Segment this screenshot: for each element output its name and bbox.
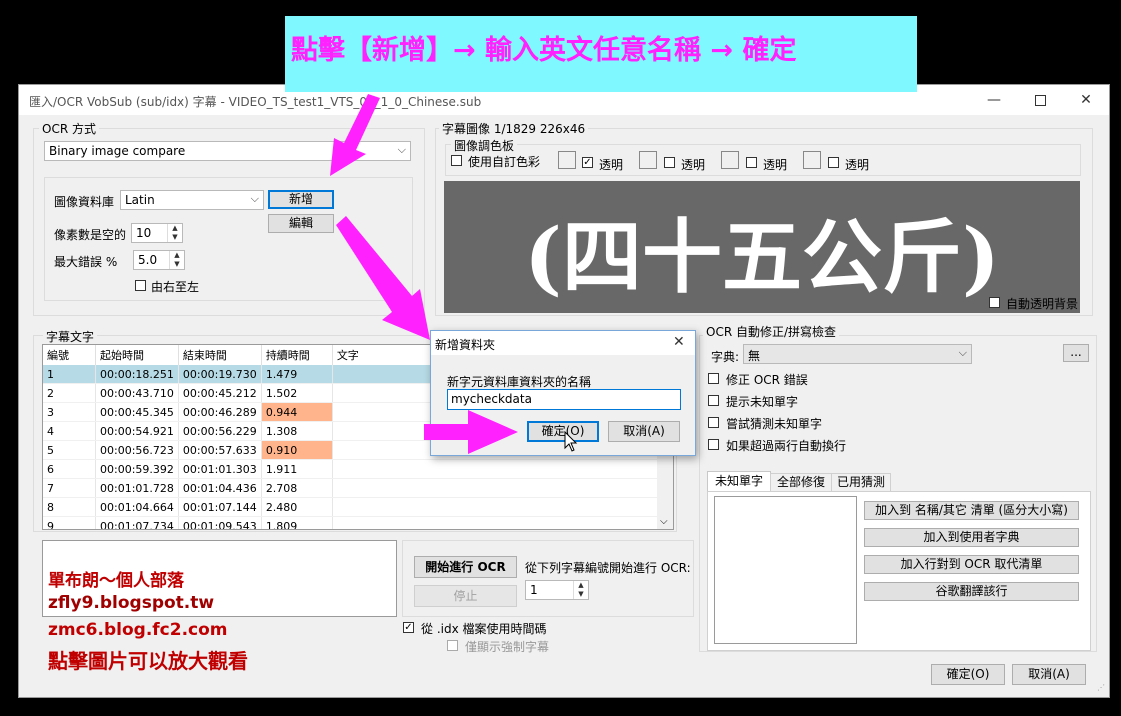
- annotation-arrows: [330, 94, 518, 454]
- arrow-to-new-button: [330, 94, 380, 176]
- arrow-to-dialog: [336, 216, 430, 340]
- arrow-to-ok-button: [424, 410, 518, 454]
